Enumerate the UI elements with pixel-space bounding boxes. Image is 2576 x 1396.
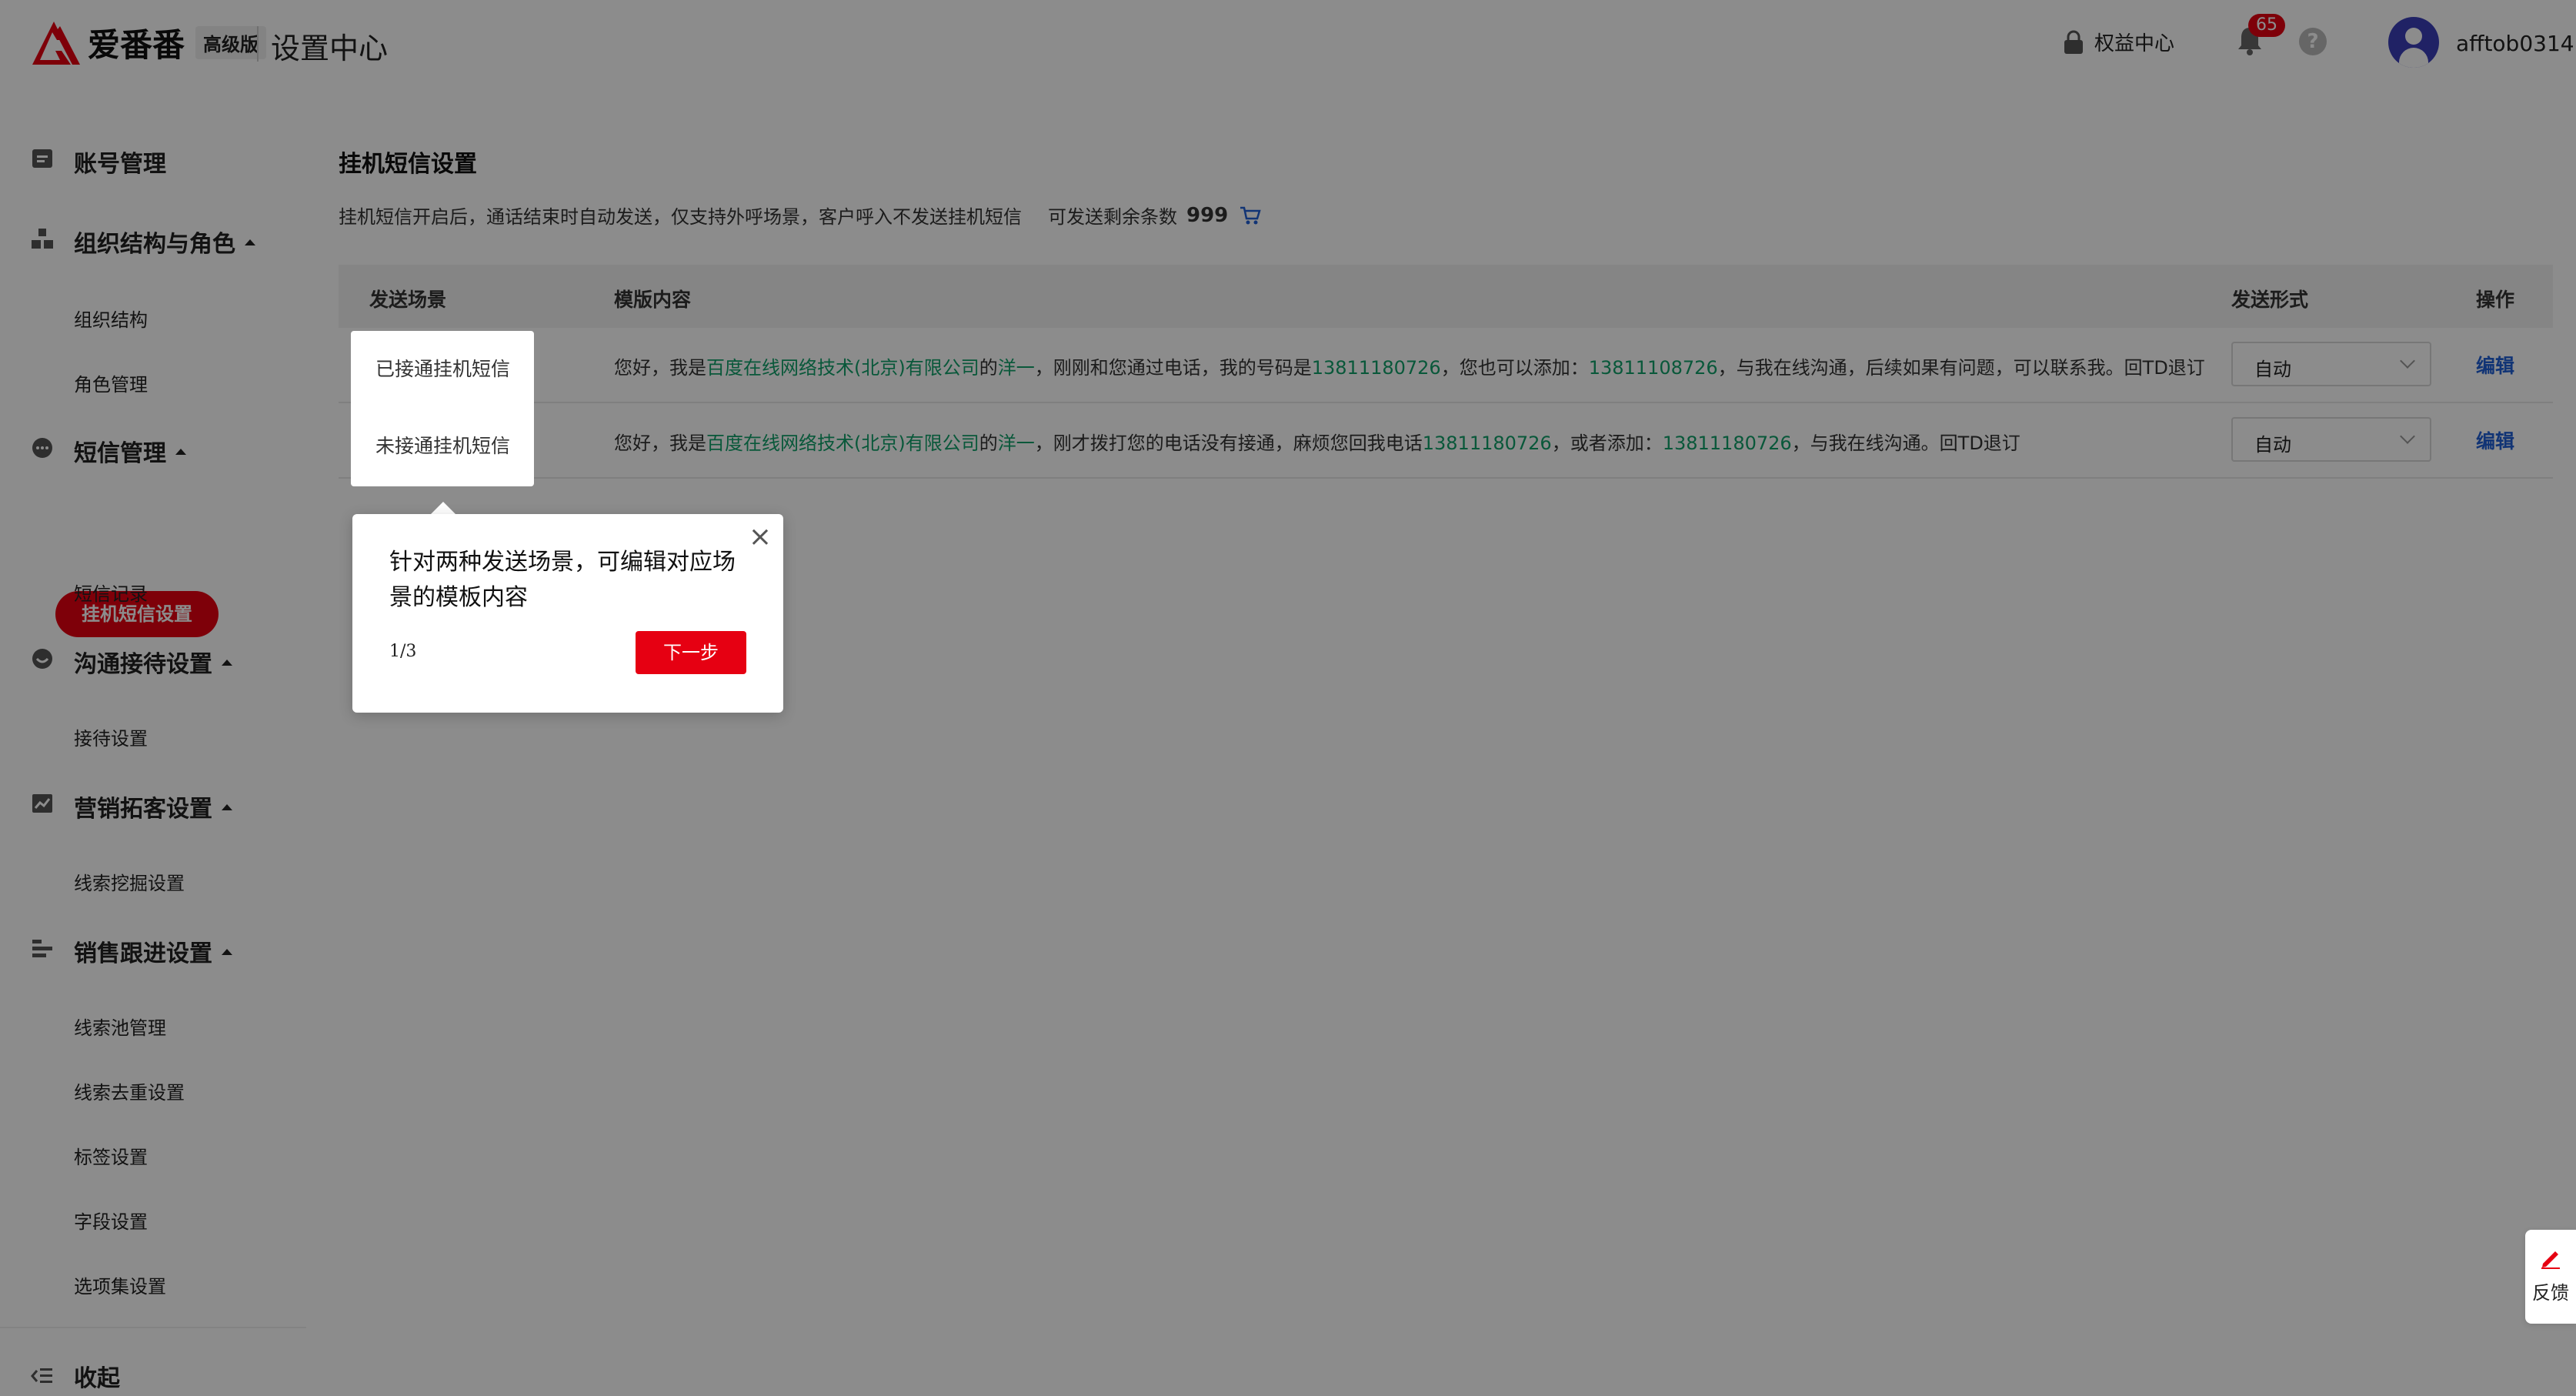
- guide-popup: × 针对两种发送场景，可编辑对应场景的模板内容 1/3 下一步: [352, 514, 783, 713]
- highlight-scene-missed: 未接通挂机短信: [375, 435, 511, 457]
- guide-highlight-scenes: 已接通挂机短信 未接通挂机短信: [351, 331, 534, 486]
- pen-icon: [2541, 1251, 2560, 1269]
- next-step-button[interactable]: 下一步: [636, 631, 746, 674]
- guide-step-indicator: 1/3: [389, 642, 417, 661]
- highlight-scene-connected: 已接通挂机短信: [375, 358, 511, 380]
- close-icon[interactable]: ×: [745, 522, 776, 553]
- guide-text: 针对两种发送场景，可编辑对应场景的模板内容: [389, 549, 736, 611]
- feedback-button[interactable]: 反馈: [2525, 1230, 2576, 1324]
